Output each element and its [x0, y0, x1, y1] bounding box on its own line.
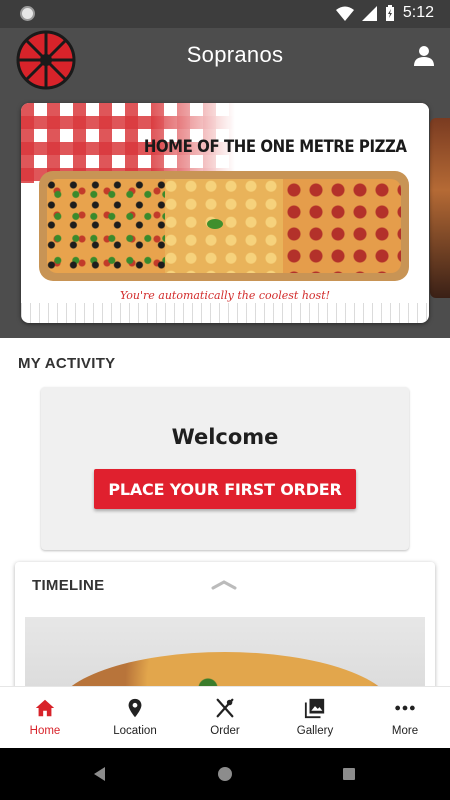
timeline-title: TIMELINE: [32, 577, 105, 594]
nav-home[interactable]: Home: [0, 687, 90, 748]
promo-banner[interactable]: HOME OF THE ONE METRE PIZZA You're autom…: [21, 103, 429, 323]
more-icon: [395, 705, 415, 711]
nav-gallery[interactable]: Gallery: [270, 687, 360, 748]
nav-home-label: Home: [29, 725, 61, 737]
signal-icon: [361, 5, 377, 21]
nav-more[interactable]: More: [360, 687, 450, 748]
app-title: Sopranos: [186, 42, 284, 67]
nav-location[interactable]: Location: [90, 687, 180, 748]
app-header: Sopranos HOME OF THE ONE METRE PIZZA You…: [0, 28, 450, 338]
back-icon[interactable]: [94, 767, 105, 781]
chevron-up-icon[interactable]: [211, 578, 237, 592]
home-circle-icon[interactable]: [218, 767, 232, 781]
bottom-navigation: Home Location Order Gallery More: [0, 686, 450, 748]
nav-gallery-label: Gallery: [296, 725, 334, 737]
battery-icon: [385, 5, 394, 21]
wifi-icon: [335, 6, 354, 21]
veg-pizza-section: [47, 179, 165, 273]
system-navigation-bar: [0, 748, 450, 800]
status-bar: 5:12: [0, 0, 450, 28]
basil-leaf: [207, 219, 223, 229]
home-icon: [35, 699, 55, 717]
pepperoni-pizza-section: [283, 179, 401, 273]
nav-order[interactable]: Order: [180, 687, 270, 748]
timeline-card: TIMELINE: [15, 562, 435, 702]
banner-tagline: You're automatically the coolest host!: [119, 289, 331, 302]
recents-icon[interactable]: [343, 768, 355, 780]
welcome-text: Welcome: [171, 425, 279, 449]
banner-headline: HOME OF THE ONE METRE PIZZA: [144, 137, 407, 157]
my-activity-heading: MY ACTIVITY: [18, 355, 116, 372]
nav-more-label: More: [391, 725, 419, 737]
account-icon[interactable]: [412, 44, 436, 68]
gallery-icon: [304, 698, 325, 719]
clock: 5:12: [402, 4, 434, 21]
notification-icon: [20, 6, 35, 21]
utensils-icon: [216, 698, 234, 718]
next-banner-peek[interactable]: [430, 118, 450, 298]
nav-order-label: Order: [210, 725, 240, 737]
nav-location-label: Location: [113, 725, 157, 737]
metre-pizza-image: [39, 171, 409, 281]
status-icons: 5:12: [335, 4, 434, 22]
place-first-order-button[interactable]: PLACE YOUR FIRST ORDER: [94, 469, 356, 509]
cheese-pizza-section: [165, 179, 283, 273]
ruler-graphic: [21, 303, 429, 323]
welcome-card: Welcome PLACE YOUR FIRST ORDER: [41, 387, 409, 550]
location-pin-icon: [128, 698, 142, 718]
